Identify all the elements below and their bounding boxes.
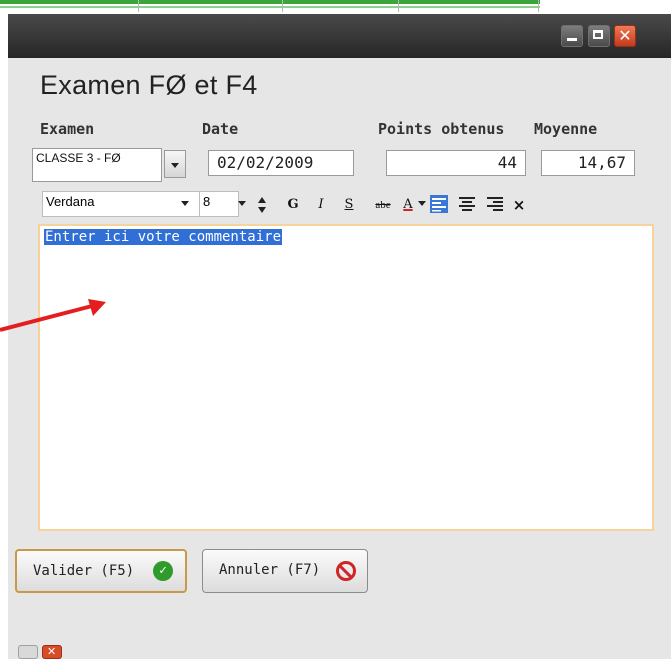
close-icon: ✕ [618, 26, 632, 45]
date-label: Date [202, 120, 239, 138]
spin-up-icon [258, 197, 266, 213]
editor-selected-text: Entrer ici votre commentaire [44, 229, 283, 245]
align-right-button[interactable] [485, 194, 505, 214]
moyenne-label: Moyenne [534, 120, 598, 138]
window-titlebar: ✕ [8, 14, 671, 58]
examen-select[interactable]: CLASSE 3 - FØ [32, 148, 162, 182]
clear-format-button[interactable]: × [511, 194, 527, 216]
italic-button[interactable]: I [312, 194, 330, 216]
align-right-icon [487, 197, 503, 211]
font-color-dropdown-icon[interactable] [417, 191, 427, 217]
comment-editor[interactable]: Entrer ici votre commentaire [38, 224, 654, 531]
align-left-icon [430, 195, 448, 213]
points-label: Points obtenus [378, 120, 505, 138]
font-size-select[interactable]: 8 [199, 191, 239, 217]
close-button[interactable]: ✕ [614, 25, 636, 47]
annotation-arrow [0, 299, 106, 332]
font-dropdown-icon[interactable] [180, 191, 190, 217]
align-left-button[interactable] [429, 194, 449, 214]
background-close-button[interactable] [42, 645, 62, 659]
background-grid-line [282, 0, 283, 12]
bold-button[interactable]: G [284, 194, 302, 216]
check-icon: ✓ [153, 561, 173, 581]
background-grid-line [138, 0, 139, 12]
align-center-button[interactable] [457, 194, 477, 214]
font-color-button[interactable]: A [400, 194, 416, 216]
minimize-button[interactable] [561, 25, 583, 47]
points-field[interactable]: 44 [386, 150, 526, 176]
background-window-strip [0, 0, 671, 14]
validate-button[interactable]: Valider (F5) ✓ [15, 549, 187, 593]
background-row-highlight-2 [0, 6, 540, 8]
underline-button[interactable]: S [340, 194, 358, 216]
maximize-button[interactable] [588, 25, 610, 47]
background-grid-line [538, 0, 539, 12]
align-center-icon [459, 197, 475, 211]
font-family-select[interactable]: Verdana [42, 191, 200, 217]
validate-button-label: Valider (F5) [33, 563, 135, 579]
page-title: Examen FØ et F4 [40, 70, 258, 100]
chevron-down-icon[interactable] [164, 150, 186, 178]
background-grid-line [398, 0, 399, 12]
size-dropdown-icon[interactable] [237, 191, 247, 217]
moyenne-field[interactable]: 14,67 [541, 150, 635, 176]
background-row-highlight [0, 0, 540, 4]
size-spinner[interactable] [256, 194, 268, 216]
examen-label: Examen [40, 120, 95, 138]
background-restore-button[interactable] [18, 645, 38, 659]
cancel-button-label: Annuler (F7) [219, 562, 321, 578]
cancel-button[interactable]: Annuler (F7) [202, 549, 368, 593]
date-field[interactable]: 02/02/2009 [208, 150, 354, 176]
prohibited-icon [336, 561, 356, 581]
strikethrough-button[interactable]: abe [370, 194, 396, 216]
